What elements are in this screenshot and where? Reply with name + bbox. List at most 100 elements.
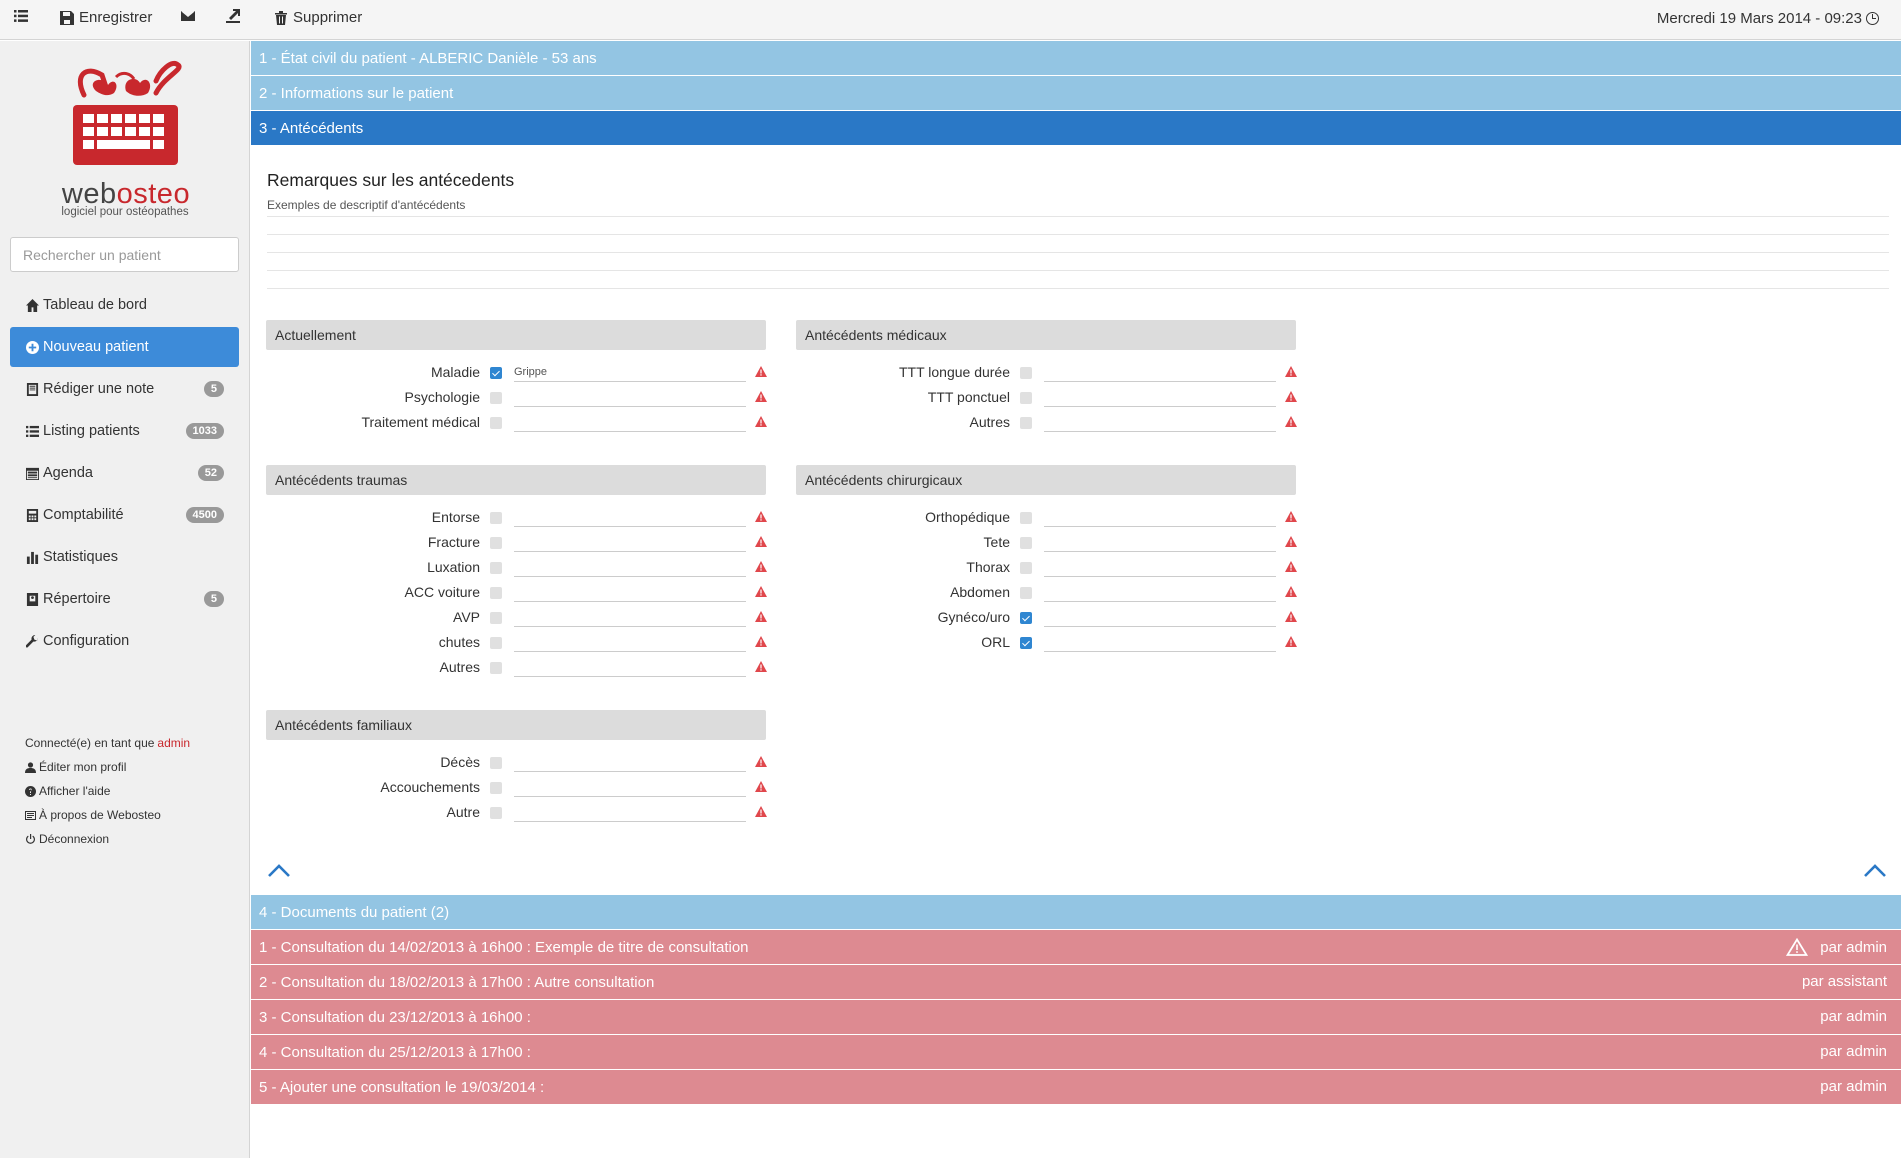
chevron-up-icon[interactable]	[267, 862, 291, 878]
username-link[interactable]: admin	[157, 736, 190, 750]
nav-badge: 5	[203, 381, 224, 397]
antecedent-checkbox[interactable]	[1020, 417, 1032, 429]
warning-icon	[1285, 536, 1297, 547]
nav-item-configuration[interactable]: Configuration	[10, 621, 239, 661]
consultation-meta: par admin	[1820, 1008, 1887, 1025]
consultation-row[interactable]: 2 - Consultation du 18/02/2013 à 17h00 :…	[251, 965, 1901, 999]
help-link[interactable]: Afficher l'aide	[25, 779, 190, 803]
antecedent-checkbox[interactable]	[490, 367, 502, 379]
save-button[interactable]: Enregistrer	[60, 9, 152, 26]
antecedent-checkbox[interactable]	[490, 537, 502, 549]
email-button[interactable]	[181, 9, 195, 23]
warning-icon	[1285, 511, 1297, 522]
envelope-icon	[181, 11, 195, 21]
warning-icon	[755, 586, 767, 597]
antecedent-checkbox[interactable]	[1020, 512, 1032, 524]
antecedent-input[interactable]	[514, 631, 746, 652]
antecedent-checkbox[interactable]	[1020, 392, 1032, 404]
antecedent-label: Abdomen	[950, 584, 1010, 600]
panel-informations[interactable]: 2 - Informations sur le patient	[251, 76, 1901, 110]
antecedent-input[interactable]	[514, 581, 746, 602]
antecedent-input[interactable]	[514, 506, 746, 527]
home-icon	[25, 298, 39, 312]
antecedent-checkbox[interactable]	[490, 807, 502, 819]
antecedent-checkbox[interactable]	[490, 782, 502, 794]
antecedent-checkbox[interactable]	[1020, 367, 1032, 379]
panel-antecedents[interactable]: 3 - Antécédents	[251, 111, 1901, 145]
delete-button[interactable]: Supprimer	[274, 9, 362, 26]
group-title: Antécédents familiaux	[266, 710, 766, 740]
antecedent-checkbox[interactable]	[490, 392, 502, 404]
menu-list-icon[interactable]	[14, 9, 28, 23]
antecedent-checkbox[interactable]	[490, 417, 502, 429]
export-button[interactable]	[226, 9, 240, 23]
calendar-icon	[25, 466, 39, 480]
antecedent-checkbox[interactable]	[490, 757, 502, 769]
warning-icon	[755, 416, 767, 427]
antecedent-input[interactable]	[1044, 606, 1276, 627]
clock-icon	[1866, 12, 1879, 25]
antecedent-input[interactable]	[1044, 361, 1276, 382]
antecedent-checkbox[interactable]	[490, 637, 502, 649]
antecedent-checkbox[interactable]	[490, 562, 502, 574]
antecedent-label: ORL	[981, 634, 1010, 650]
antecedent-input[interactable]: Grippe	[514, 361, 746, 382]
antecedent-checkbox[interactable]	[1020, 562, 1032, 574]
antecedent-input[interactable]	[1044, 506, 1276, 527]
antecedent-checkbox[interactable]	[490, 612, 502, 624]
about-label: À propos de Webosteo	[39, 808, 161, 822]
nav-item-rediger-une-note[interactable]: Rédiger une note 5	[10, 369, 239, 409]
remarks-textarea[interactable]: Exemples de descriptif d'antécédents	[267, 198, 465, 212]
antecedent-input[interactable]	[1044, 386, 1276, 407]
antecedent-checkbox[interactable]	[1020, 587, 1032, 599]
consultation-author: par assistant	[1801, 973, 1887, 990]
antecedent-input[interactable]	[514, 411, 746, 432]
logout-link[interactable]: Déconnexion	[25, 827, 190, 851]
consultation-row[interactable]: 1 - Consultation du 14/02/2013 à 16h00 :…	[251, 930, 1901, 964]
antecedent-input[interactable]	[1044, 581, 1276, 602]
nav-item-nouveau-patient[interactable]: Nouveau patient	[10, 327, 239, 367]
antecedent-checkbox[interactable]	[490, 662, 502, 674]
antecedent-input[interactable]	[514, 801, 746, 822]
nav-item-repertoire[interactable]: Répertoire 5	[10, 579, 239, 619]
about-link[interactable]: À propos de Webosteo	[25, 803, 190, 827]
question-circle-icon	[25, 785, 36, 797]
antecedent-input[interactable]	[514, 776, 746, 797]
antecedent-checkbox[interactable]	[1020, 537, 1032, 549]
patient-search-input[interactable]	[10, 237, 239, 272]
edit-profile-link[interactable]: Éditer mon profil	[25, 755, 190, 779]
antecedent-input[interactable]	[514, 656, 746, 677]
antecedent-checkbox[interactable]	[1020, 612, 1032, 624]
panel-documents[interactable]: 4 - Documents du patient (2)	[251, 895, 1901, 929]
antecedent-checkbox[interactable]	[1020, 637, 1032, 649]
consultation-row[interactable]: 3 - Consultation du 23/12/2013 à 16h00 :…	[251, 1000, 1901, 1034]
antecedent-input[interactable]	[514, 606, 746, 627]
consultation-row[interactable]: 5 - Ajouter une consultation le 19/03/20…	[251, 1070, 1901, 1104]
antecedent-input[interactable]	[514, 556, 746, 577]
nav-item-tableau-de-bord[interactable]: Tableau de bord	[10, 285, 239, 325]
antecedent-input[interactable]	[1044, 631, 1276, 652]
consultation-row[interactable]: 4 - Consultation du 25/12/2013 à 17h00 :…	[251, 1035, 1901, 1069]
connected-prefix: Connecté(e) en tant que	[25, 736, 155, 750]
antecedent-input[interactable]	[514, 531, 746, 552]
trash-icon	[275, 10, 287, 25]
connected-as: Connecté(e) en tant que admin	[25, 731, 190, 755]
antecedent-checkbox[interactable]	[490, 587, 502, 599]
chevron-up-icon[interactable]	[1863, 862, 1887, 878]
antecedent-input[interactable]	[514, 751, 746, 772]
antecedent-input[interactable]	[1044, 556, 1276, 577]
panel-etat-civil[interactable]: 1 - État civil du patient - ALBERIC Dani…	[251, 41, 1901, 75]
antecedent-input[interactable]	[1044, 411, 1276, 432]
antecedent-input[interactable]	[514, 386, 746, 407]
datetime-text: Mercredi 19 Mars 2014 - 09:23	[1656, 10, 1862, 27]
nav-item-statistiques[interactable]: Statistiques	[10, 537, 239, 577]
antecedent-row: Autres	[796, 411, 1297, 436]
antecedent-checkbox[interactable]	[490, 512, 502, 524]
nav-item-listing-patients[interactable]: Listing patients 1033	[10, 411, 239, 451]
consultation-meta: par admin	[1786, 938, 1887, 956]
nav-item-label: Comptabilité	[43, 507, 124, 523]
nav-item-agenda[interactable]: Agenda 52	[10, 453, 239, 493]
nav-item-comptabilite[interactable]: Comptabilité 4500	[10, 495, 239, 535]
antecedent-input[interactable]	[1044, 531, 1276, 552]
nav-badge: 1033	[185, 423, 224, 439]
